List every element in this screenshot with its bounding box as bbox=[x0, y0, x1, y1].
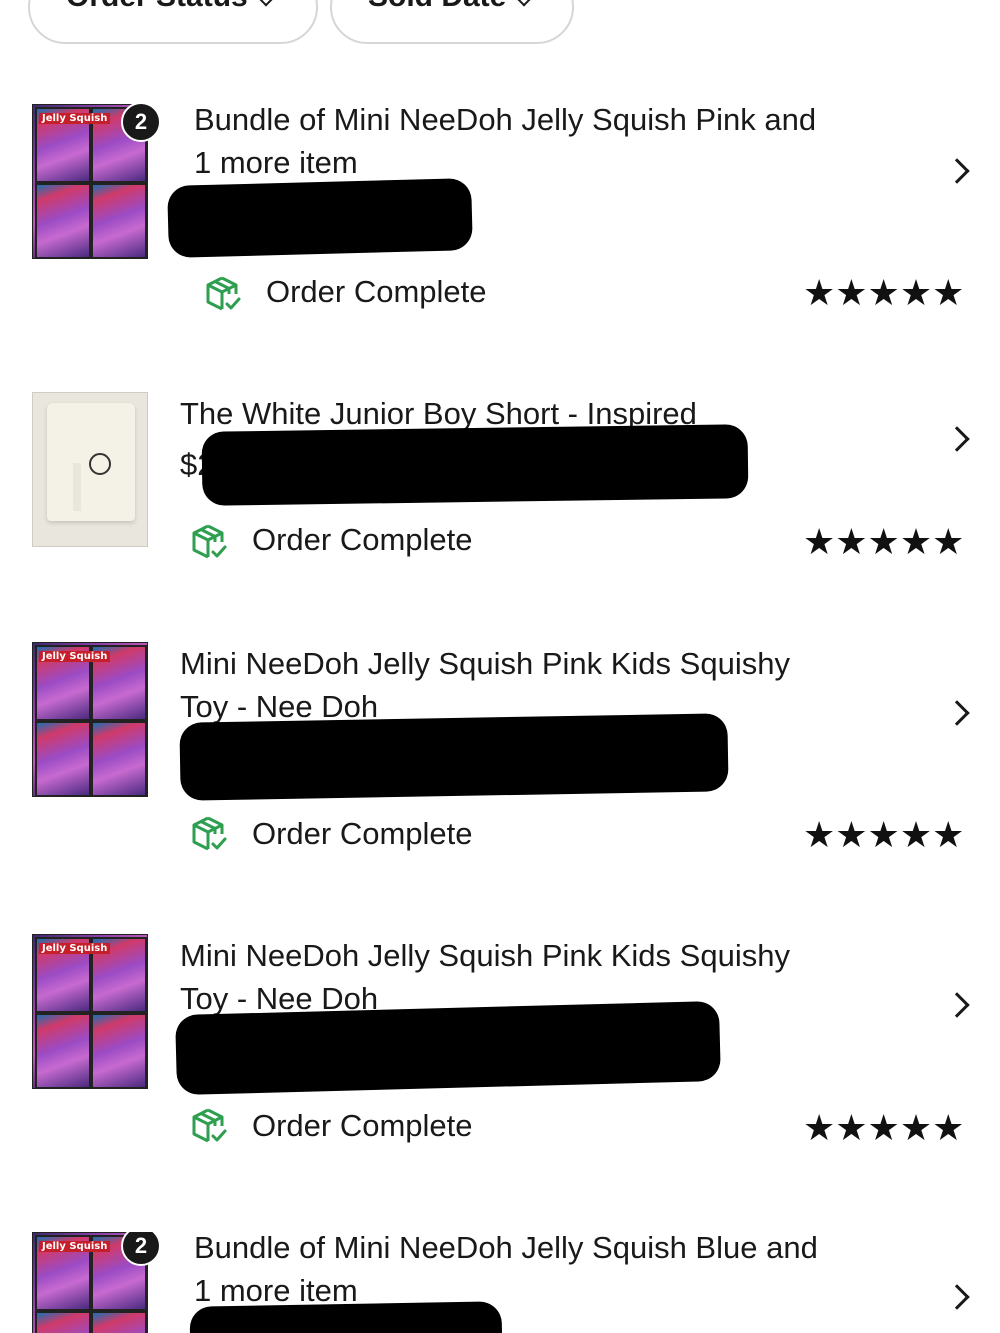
item-count-badge: 2 bbox=[121, 1232, 161, 1266]
redaction-mark bbox=[179, 713, 729, 801]
order-status-filter-label: Order Status bbox=[66, 0, 248, 14]
redaction-mark bbox=[201, 424, 749, 506]
star-rating: ★★★★★ bbox=[803, 521, 965, 562]
product-thumbnail: Jelly Squish bbox=[32, 642, 148, 797]
order-title: Bundle of Mini NeeDoh Jelly Squish Pink … bbox=[194, 98, 894, 184]
sold-date-filter-label: Sold Date bbox=[368, 0, 506, 14]
star-rating: ★★★★★ bbox=[803, 1107, 965, 1148]
chevron-right-icon[interactable] bbox=[944, 158, 970, 184]
package-check-icon bbox=[192, 816, 227, 851]
order-status: Order Complete bbox=[252, 522, 473, 557]
thumbnail-label: Jelly Squish bbox=[39, 1241, 111, 1252]
package-check-icon bbox=[206, 276, 241, 311]
shorts-logo bbox=[89, 453, 111, 475]
order-status: Order Complete bbox=[266, 274, 487, 309]
order-status: Order Complete bbox=[252, 816, 473, 851]
redaction-mark bbox=[167, 178, 473, 258]
order-title-line1: Bundle of Mini NeeDoh Jelly Squish Pink … bbox=[194, 102, 817, 137]
star-rating: ★★★★★ bbox=[803, 272, 965, 313]
filter-bar: Order Status Sold Date bbox=[28, 0, 574, 44]
order-title-line1: Mini NeeDoh Jelly Squish Pink Kids Squis… bbox=[180, 938, 790, 973]
chevron-down-icon bbox=[257, 0, 275, 7]
package-check-icon bbox=[192, 1108, 227, 1143]
item-count-badge: 2 bbox=[121, 102, 161, 142]
chevron-right-icon[interactable] bbox=[944, 992, 970, 1018]
product-thumbnail bbox=[32, 392, 148, 547]
star-rating: ★★★★★ bbox=[803, 814, 965, 855]
redaction-mark bbox=[175, 1000, 721, 1096]
order-list-item[interactable]: Jelly Squish Mini NeeDoh Jelly Squish Pi… bbox=[0, 642, 1000, 872]
order-list-item[interactable]: Jelly Squish 2 Bundle of Mini NeeDoh Jel… bbox=[0, 102, 1000, 334]
order-status-filter[interactable]: Order Status bbox=[28, 0, 318, 44]
order-list-item[interactable]: The White Junior Boy Short - Inspired $2… bbox=[0, 392, 1000, 582]
thumbnail-label: Jelly Squish bbox=[39, 943, 111, 954]
order-title: Bundle of Mini NeeDoh Jelly Squish Blue … bbox=[194, 1232, 894, 1312]
order-title-line1: Mini NeeDoh Jelly Squish Pink Kids Squis… bbox=[180, 646, 790, 681]
order-list-item[interactable]: Jelly Squish 2 Bundle of Mini NeeDoh Jel… bbox=[0, 1232, 1000, 1333]
chevron-right-icon[interactable] bbox=[944, 1284, 970, 1310]
order-title-line1: Bundle of Mini NeeDoh Jelly Squish Blue … bbox=[194, 1232, 818, 1265]
thumbnail-label: Jelly Squish bbox=[39, 113, 111, 124]
package-check-icon bbox=[192, 524, 227, 559]
chevron-right-icon[interactable] bbox=[944, 700, 970, 726]
order-title-line2: 1 more item bbox=[194, 145, 358, 180]
order-list-item[interactable]: Jelly Squish Mini NeeDoh Jelly Squish Pi… bbox=[0, 934, 1000, 1164]
thumbnail-label: Jelly Squish bbox=[39, 651, 111, 662]
redaction-mark bbox=[189, 1301, 503, 1333]
sold-date-filter[interactable]: Sold Date bbox=[330, 0, 574, 44]
order-title: Mini NeeDoh Jelly Squish Pink Kids Squis… bbox=[180, 642, 880, 728]
order-status: Order Complete bbox=[252, 1108, 473, 1143]
product-thumbnail: Jelly Squish bbox=[32, 934, 148, 1089]
chevron-down-icon bbox=[515, 0, 533, 7]
chevron-right-icon[interactable] bbox=[944, 426, 970, 452]
